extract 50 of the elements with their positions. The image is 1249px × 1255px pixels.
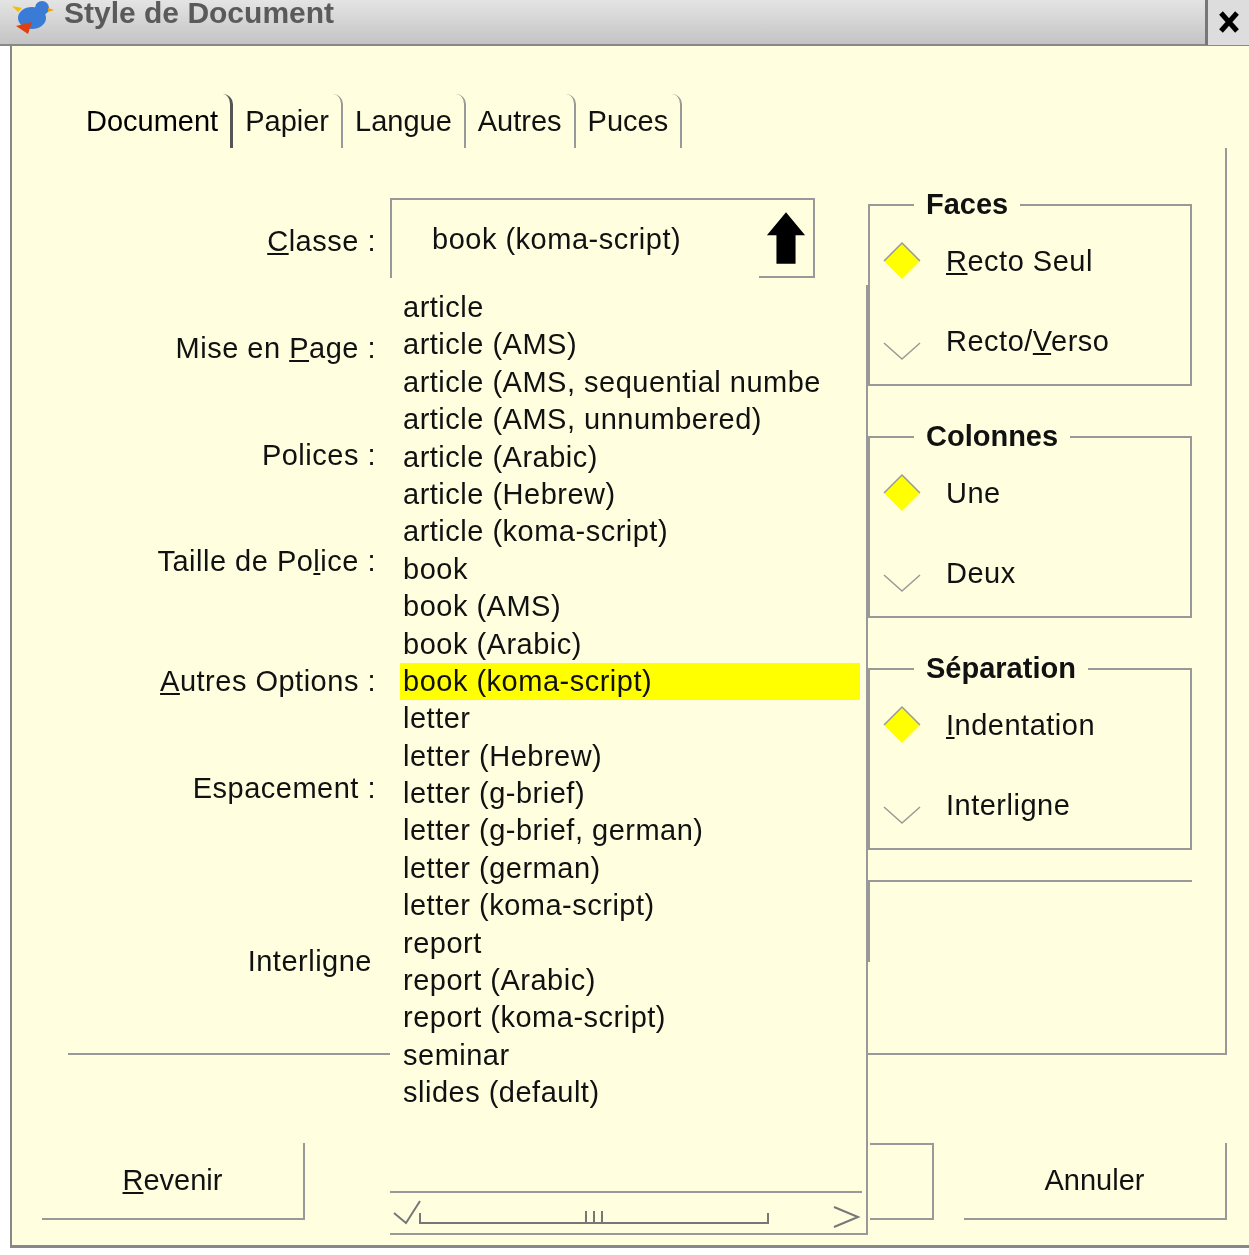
field-label: Taille de Police : — [157, 544, 376, 578]
list-item[interactable]: article (AMS, sequential numbe — [400, 363, 860, 402]
field-label: Espacement : — [192, 771, 376, 805]
list-item[interactable]: article (Arabic) — [400, 438, 860, 476]
list-item[interactable]: letter (g-brief) — [400, 775, 860, 813]
radio-label[interactable]: Une — [946, 476, 1001, 510]
dialog-button[interactable] — [870, 1143, 934, 1220]
field-label: Polices : — [261, 438, 376, 472]
list-item[interactable]: report (Arabic) — [400, 962, 860, 1000]
group-title: Séparation — [925, 652, 1077, 685]
list-item[interactable]: seminar — [400, 1036, 860, 1075]
close-button[interactable] — [1205, 0, 1249, 45]
tab[interactable]: Langue — [349, 94, 466, 148]
list-item[interactable]: article (AMS) — [400, 326, 860, 364]
revert-button[interactable]: Revenir — [42, 1143, 305, 1220]
class-dropdown[interactable]: book (koma-script) — [390, 198, 815, 278]
list-item[interactable]: book (koma-script) — [400, 662, 860, 701]
list-item[interactable]: article (AMS, unnumbered) — [400, 401, 860, 439]
bird-icon — [10, 0, 54, 36]
list-item[interactable]: letter (g-brief, german) — [400, 812, 860, 850]
tab[interactable]: Papier — [239, 94, 343, 148]
group-title: Faces — [925, 188, 1010, 221]
list-item[interactable]: letter (german) — [400, 849, 860, 888]
cancel-button[interactable]: Annuler — [964, 1143, 1227, 1220]
tab[interactable]: Document — [80, 94, 234, 148]
list-item[interactable]: book (AMS) — [400, 588, 860, 626]
radio-label[interactable]: Interligne — [946, 788, 1071, 822]
field-label: Classe : — [267, 224, 376, 258]
field-label: Interligne — [247, 944, 372, 978]
field-label: Autres Options : — [160, 664, 376, 698]
window-title: Style de Document — [64, 0, 335, 30]
list-item[interactable]: letter — [400, 700, 860, 738]
radio-label[interactable]: Recto/Verso — [946, 324, 1110, 358]
list-item[interactable]: article (koma-script) — [400, 513, 860, 551]
radio-label[interactable]: Recto Seul — [946, 244, 1093, 278]
list-item[interactable]: book (Arabic) — [400, 625, 860, 663]
list-item[interactable]: report (koma-script) — [400, 999, 860, 1037]
radio-label[interactable]: Deux — [946, 556, 1016, 590]
list-item[interactable]: slides (default) — [400, 1074, 860, 1112]
group-title: Colonnes — [925, 420, 1060, 453]
list-item[interactable]: letter (Hebrew) — [400, 737, 860, 776]
list-item[interactable]: report — [400, 924, 860, 963]
list-item[interactable]: book — [400, 550, 860, 589]
list-item[interactable]: article (Hebrew) — [400, 475, 860, 514]
list-item[interactable]: article — [400, 289, 860, 327]
radio-label[interactable]: Indentation — [946, 708, 1096, 742]
field-label: Mise en Page : — [175, 331, 376, 365]
tab[interactable]: Puces — [581, 94, 683, 148]
list-item[interactable]: letter (koma-script) — [400, 887, 860, 925]
tab[interactable]: Autres — [471, 94, 576, 148]
